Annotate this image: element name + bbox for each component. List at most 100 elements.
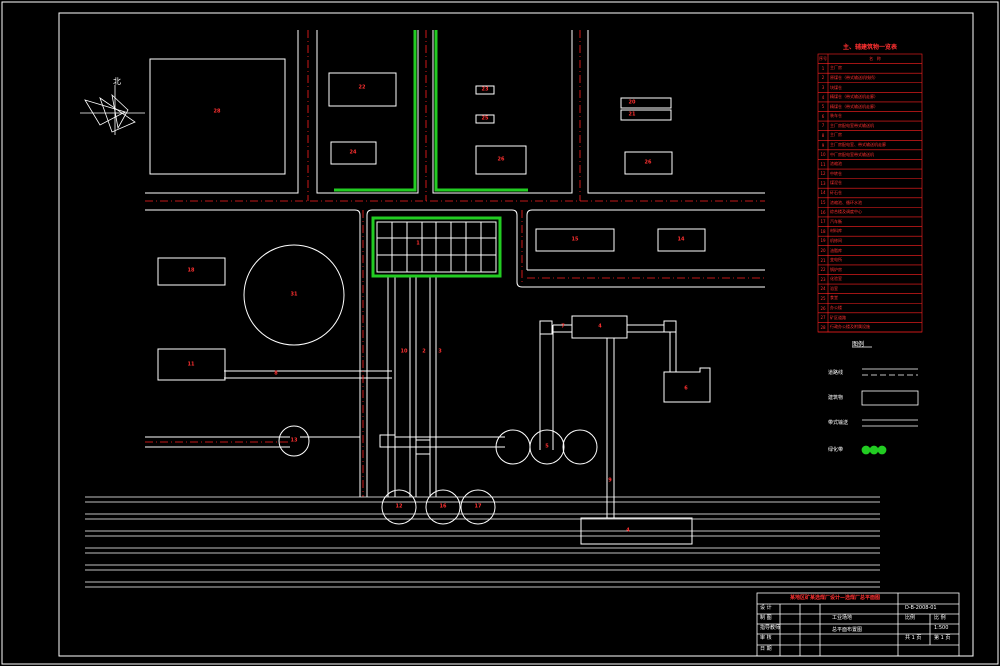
table-row: 3 块煤仓 <box>818 83 922 93</box>
title-block-page-no: 第 1 页 <box>934 635 951 641</box>
label-b-small-2: 25 <box>481 115 489 122</box>
label-box-right: 4 <box>598 323 602 330</box>
table-row-number: 10 <box>820 152 826 158</box>
table-row-number: 28 <box>820 324 826 330</box>
table-row-name: 综合楼及调度中心 <box>830 209 862 215</box>
table-row-name: 主厂房配电室带式输送机 <box>830 122 874 128</box>
table-row: 18 材料库 <box>818 227 922 237</box>
table-row: 21 变电所 <box>818 255 922 265</box>
table-row-name: 中转仓 <box>830 170 842 176</box>
label-circle-l: 13 <box>290 437 298 444</box>
table-row-name: 化验室 <box>830 276 842 282</box>
table-row-number: 7 <box>821 123 825 129</box>
table-row: 12 中转仓 <box>818 169 922 179</box>
table-row-number: 27 <box>820 315 826 321</box>
title-block-scale-label: 比例 <box>905 615 916 621</box>
table-row: 7 主厂房配电室带式输送机 <box>818 121 922 131</box>
title-block-project: 某地区矿某选煤厂设计—选煤厂总平面图 <box>790 595 881 601</box>
label-b-left-a: 18 <box>187 267 195 274</box>
table-row-number: 17 <box>820 219 826 225</box>
label-circle-big: 31 <box>290 291 298 298</box>
table-row-number: 22 <box>820 267 826 273</box>
label-b-right-a: 20 <box>628 99 636 106</box>
label-conv-v2: 2 <box>422 348 426 355</box>
table-row-name: 主厂房 <box>830 132 842 138</box>
label-b-topleft-big: 28 <box>213 108 221 115</box>
table-row: 23 化验室 <box>818 274 922 284</box>
table-header: 序号名 称 <box>819 55 881 61</box>
table-row: 13 煤泥仓 <box>818 179 922 189</box>
label-conv-left: 8 <box>274 370 278 377</box>
table-row-name: 材料库 <box>830 228 842 234</box>
railway-tracks <box>85 496 880 588</box>
table-row-name: 矿区道路 <box>830 314 846 320</box>
title-block-r2c0: 制 图 <box>760 615 772 621</box>
table-row: 16 综合楼及调度中心 <box>818 207 922 217</box>
table-row: 14 矸石仓 <box>818 188 922 198</box>
table-row-name: 浴室 <box>830 285 838 291</box>
title-block-site: 工业场地 <box>832 615 853 621</box>
table-row: 22 锅炉房 <box>818 265 922 275</box>
svg-text:北: 北 <box>113 77 121 86</box>
table-row-number: 2 <box>821 75 825 81</box>
label-circle-b3: 17 <box>474 503 482 510</box>
table-row-name: 锅炉房 <box>830 266 842 272</box>
table-row-name: 油脂库 <box>830 247 842 253</box>
table-row-number: 24 <box>820 286 826 292</box>
table-row-number: 3 <box>821 85 825 91</box>
table-row-name: 浓缩池、循环水池 <box>830 199 862 205</box>
table-row-name: 煤泥仓 <box>830 180 842 186</box>
legend-symbols <box>852 346 919 455</box>
table-row-number: 25 <box>820 295 826 301</box>
table-row-name: 主厂房配电室、带式输送机走廊 <box>830 142 886 148</box>
label-b-right-c: 26 <box>644 159 652 166</box>
table-row: 24 浴室 <box>818 284 922 294</box>
label-conv-down: 9 <box>608 477 612 484</box>
table-row-name: 办公楼 <box>830 305 842 311</box>
table-row-number: 11 <box>820 161 826 167</box>
table-row-number: 20 <box>820 248 826 253</box>
table-row-name: 机修间 <box>830 237 842 243</box>
table-row: 10 中厂房配电室带式输送机 <box>818 150 922 160</box>
roads <box>145 30 765 518</box>
table-row-number: 16 <box>820 209 826 215</box>
label-box-r2: 6 <box>684 385 688 392</box>
title-block-drawing-name: 总平面布置图 <box>832 627 863 633</box>
table-row-name: 行政办公楼及附属设施 <box>830 324 870 330</box>
table-row-number: 6 <box>821 113 825 119</box>
table-row-name: 矸石仓 <box>830 189 842 195</box>
table-row: 20 油脂库 <box>818 246 922 256</box>
table-row-name: 主厂房 <box>830 65 842 71</box>
table-row: 5 精煤仓（带式输送机走廊） <box>818 102 922 112</box>
label-circle-r: 5 <box>545 443 549 450</box>
table-row-number: 4 <box>821 94 825 100</box>
label-b-small-1: 23 <box>481 86 489 93</box>
table-row: 6 装车仓 <box>818 112 922 122</box>
table-row-name: 块煤仓 <box>830 84 842 90</box>
label-conv-v1: 10 <box>400 348 408 355</box>
table-row-number: 12 <box>820 171 826 177</box>
label-b-mid-right-b: 14 <box>677 236 685 243</box>
title-block <box>756 592 960 657</box>
table-row-name: 精煤仓（带式输送机走廊） <box>830 103 878 109</box>
title-block-drawing-no: D-B-2008-01 <box>905 605 937 611</box>
label-b-top-b: 24 <box>349 149 357 156</box>
table-row: 8 主厂房 <box>818 131 922 141</box>
title-block-r3c0: 指导教师 <box>760 625 781 631</box>
table-row: 9 主厂房配电室、带式输送机走廊 <box>818 140 922 150</box>
label-main-grid: 1 <box>416 240 420 247</box>
legend-item-road: 道路线 <box>828 370 844 376</box>
table-row-name: 变电所 <box>830 257 842 263</box>
table-row: 11 浓缩池 <box>818 159 922 169</box>
table-row: 19 机修间 <box>818 236 922 246</box>
label-conv-right: 7 <box>561 323 565 330</box>
table-row: 25 食堂 <box>818 294 922 304</box>
table-row-name: 精煤仓（带式输送机走廊） <box>830 94 878 100</box>
table-row-number: 15 <box>820 200 826 206</box>
table-row: 4 精煤仓（带式输送机走廊） <box>818 92 922 102</box>
label-b-mid-top: 26 <box>497 156 505 163</box>
table-row-name: 中厂房配电室带式输送机 <box>830 151 874 157</box>
table-row: 27 矿区道路 <box>818 313 922 323</box>
label-circle-b2: 16 <box>439 503 447 510</box>
table-row-number: 18 <box>820 228 826 234</box>
